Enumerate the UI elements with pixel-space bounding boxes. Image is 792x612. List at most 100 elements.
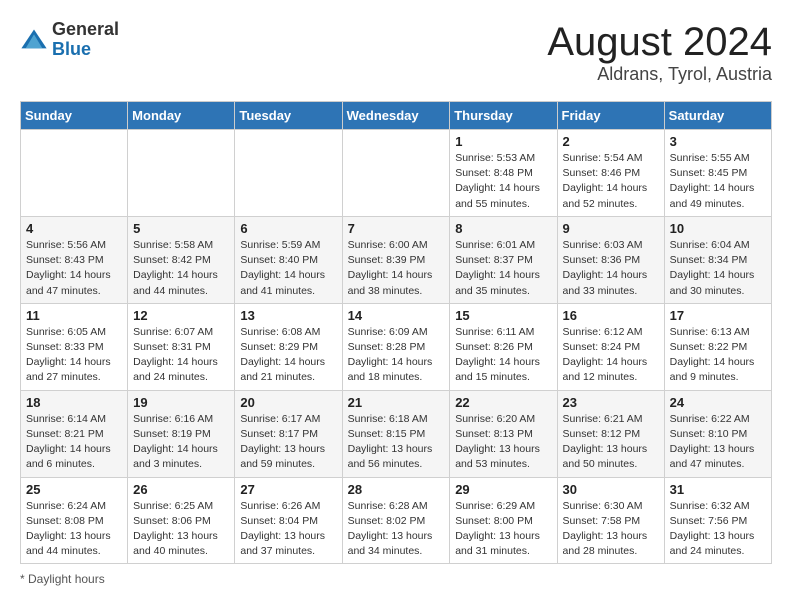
header-day-friday: Friday [557, 102, 664, 130]
header-day-monday: Monday [128, 102, 235, 130]
day-number: 21 [348, 395, 445, 410]
day-info: Sunrise: 6:24 AM Sunset: 8:08 PM Dayligh… [26, 499, 122, 560]
day-info: Sunrise: 6:21 AM Sunset: 8:12 PM Dayligh… [563, 412, 659, 473]
day-number: 10 [670, 221, 766, 236]
calendar-cell: 31Sunrise: 6:32 AM Sunset: 7:56 PM Dayli… [664, 477, 771, 564]
cell-content: 11Sunrise: 6:05 AM Sunset: 8:33 PM Dayli… [26, 308, 122, 386]
day-number: 8 [455, 221, 551, 236]
day-number: 29 [455, 482, 551, 497]
calendar-cell [342, 130, 450, 217]
calendar-cell: 8Sunrise: 6:01 AM Sunset: 8:37 PM Daylig… [450, 216, 557, 303]
calendar-cell: 18Sunrise: 6:14 AM Sunset: 8:21 PM Dayli… [21, 390, 128, 477]
day-info: Sunrise: 6:20 AM Sunset: 8:13 PM Dayligh… [455, 412, 551, 473]
day-info: Sunrise: 5:53 AM Sunset: 8:48 PM Dayligh… [455, 151, 551, 212]
day-number: 23 [563, 395, 659, 410]
calendar-cell: 24Sunrise: 6:22 AM Sunset: 8:10 PM Dayli… [664, 390, 771, 477]
calendar-cell: 13 Sunrise: 6:08 AM Sunset: 8:29 PM Dayli… [235, 303, 342, 390]
calendar-week-row: 18Sunrise: 6:14 AM Sunset: 8:21 PM Dayli… [21, 390, 772, 477]
calendar-cell [235, 130, 342, 217]
calendar-cell: 23 Sunrise: 6:21 AM Sunset: 8:12 PM Dayli… [557, 390, 664, 477]
calendar-cell: 27Sunrise: 6:26 AM Sunset: 8:04 PM Dayli… [235, 477, 342, 564]
cell-content: 20Sunrise: 6:17 AM Sunset: 8:17 PM Dayli… [240, 395, 336, 473]
day-number: 13 [240, 308, 336, 323]
calendar-cell: 30Sunrise: 6:30 AM Sunset: 7:58 PM Dayli… [557, 477, 664, 564]
cell-content: 10Sunrise: 6:04 AM Sunset: 8:34 PM Dayli… [670, 221, 766, 299]
calendar-cell: 14 Sunrise: 6:09 AM Sunset: 8:28 PM Dayli… [342, 303, 450, 390]
calendar-cell: 9 Sunrise: 6:03 AM Sunset: 8:36 PM Daylig… [557, 216, 664, 303]
day-info: Sunrise: 5:56 AM Sunset: 8:43 PM Dayligh… [26, 238, 122, 299]
cell-content: 19Sunrise: 6:16 AM Sunset: 8:19 PM Dayli… [133, 395, 229, 473]
calendar-cell: 7Sunrise: 6:00 AM Sunset: 8:39 PM Daylig… [342, 216, 450, 303]
day-number: 24 [670, 395, 766, 410]
cell-content: 18Sunrise: 6:14 AM Sunset: 8:21 PM Dayli… [26, 395, 122, 473]
calendar-cell: 11Sunrise: 6:05 AM Sunset: 8:33 PM Dayli… [21, 303, 128, 390]
calendar-cell: 4 Sunrise: 5:56 AM Sunset: 8:43 PM Daylig… [21, 216, 128, 303]
calendar-week-row: 1 Sunrise: 5:53 AM Sunset: 8:48 PM Daylig… [21, 130, 772, 217]
cell-content: 22 Sunrise: 6:20 AM Sunset: 8:13 PM Dayli… [455, 395, 551, 473]
calendar-cell: 12Sunrise: 6:07 AM Sunset: 8:31 PM Dayli… [128, 303, 235, 390]
page-header: General Blue August 2024 Aldrans, Tyrol,… [20, 20, 772, 85]
cell-content: 31Sunrise: 6:32 AM Sunset: 7:56 PM Dayli… [670, 482, 766, 560]
calendar-cell: 21 Sunrise: 6:18 AM Sunset: 8:15 PM Dayli… [342, 390, 450, 477]
day-info: Sunrise: 6:13 AM Sunset: 8:22 PM Dayligh… [670, 325, 766, 386]
calendar-cell: 20Sunrise: 6:17 AM Sunset: 8:17 PM Dayli… [235, 390, 342, 477]
calendar-cell: 29 Sunrise: 6:29 AM Sunset: 8:00 PM Dayli… [450, 477, 557, 564]
day-number: 3 [670, 134, 766, 149]
daylight-label: Daylight hours [28, 572, 105, 586]
day-number: 4 [26, 221, 122, 236]
day-number: 7 [348, 221, 445, 236]
calendar-cell: 3Sunrise: 5:55 AM Sunset: 8:45 PM Daylig… [664, 130, 771, 217]
day-number: 6 [240, 221, 336, 236]
day-info: Sunrise: 6:28 AM Sunset: 8:02 PM Dayligh… [348, 499, 445, 560]
cell-content: 14 Sunrise: 6:09 AM Sunset: 8:28 PM Dayli… [348, 308, 445, 386]
day-info: Sunrise: 5:58 AM Sunset: 8:42 PM Dayligh… [133, 238, 229, 299]
cell-content: 3Sunrise: 5:55 AM Sunset: 8:45 PM Daylig… [670, 134, 766, 212]
day-info: Sunrise: 6:18 AM Sunset: 8:15 PM Dayligh… [348, 412, 445, 473]
day-number: 1 [455, 134, 551, 149]
cell-content: 6 Sunrise: 5:59 AM Sunset: 8:40 PM Daylig… [240, 221, 336, 299]
day-number: 16 [563, 308, 659, 323]
day-number: 22 [455, 395, 551, 410]
day-info: Sunrise: 5:59 AM Sunset: 8:40 PM Dayligh… [240, 238, 336, 299]
cell-content: 24Sunrise: 6:22 AM Sunset: 8:10 PM Dayli… [670, 395, 766, 473]
logo-general-text: General [52, 19, 119, 39]
cell-content: 5 Sunrise: 5:58 AM Sunset: 8:42 PM Daylig… [133, 221, 229, 299]
day-number: 30 [563, 482, 659, 497]
header-day-sunday: Sunday [21, 102, 128, 130]
day-number: 27 [240, 482, 336, 497]
cell-content: 21 Sunrise: 6:18 AM Sunset: 8:15 PM Dayli… [348, 395, 445, 473]
day-number: 14 [348, 308, 445, 323]
day-number: 2 [563, 134, 659, 149]
calendar-cell: 10Sunrise: 6:04 AM Sunset: 8:34 PM Dayli… [664, 216, 771, 303]
calendar-cell: 25 Sunrise: 6:24 AM Sunset: 8:08 PM Dayli… [21, 477, 128, 564]
day-number: 17 [670, 308, 766, 323]
day-number: 20 [240, 395, 336, 410]
calendar-cell: 22 Sunrise: 6:20 AM Sunset: 8:13 PM Dayli… [450, 390, 557, 477]
calendar-cell: 5 Sunrise: 5:58 AM Sunset: 8:42 PM Daylig… [128, 216, 235, 303]
day-info: Sunrise: 6:09 AM Sunset: 8:28 PM Dayligh… [348, 325, 445, 386]
day-info: Sunrise: 6:14 AM Sunset: 8:21 PM Dayligh… [26, 412, 122, 473]
day-number: 19 [133, 395, 229, 410]
day-number: 5 [133, 221, 229, 236]
cell-content: 15Sunrise: 6:11 AM Sunset: 8:26 PM Dayli… [455, 308, 551, 386]
day-number: 25 [26, 482, 122, 497]
day-info: Sunrise: 6:29 AM Sunset: 8:00 PM Dayligh… [455, 499, 551, 560]
day-number: 28 [348, 482, 445, 497]
logo: General Blue [20, 20, 119, 60]
day-info: Sunrise: 5:54 AM Sunset: 8:46 PM Dayligh… [563, 151, 659, 212]
cell-content: 25 Sunrise: 6:24 AM Sunset: 8:08 PM Dayli… [26, 482, 122, 560]
cell-content: 26Sunrise: 6:25 AM Sunset: 8:06 PM Dayli… [133, 482, 229, 560]
cell-content: 17 Sunrise: 6:13 AM Sunset: 8:22 PM Dayli… [670, 308, 766, 386]
calendar-cell: 26Sunrise: 6:25 AM Sunset: 8:06 PM Dayli… [128, 477, 235, 564]
day-number: 9 [563, 221, 659, 236]
cell-content: 2 Sunrise: 5:54 AM Sunset: 8:46 PM Daylig… [563, 134, 659, 212]
day-info: Sunrise: 6:05 AM Sunset: 8:33 PM Dayligh… [26, 325, 122, 386]
day-number: 26 [133, 482, 229, 497]
day-info: Sunrise: 6:03 AM Sunset: 8:36 PM Dayligh… [563, 238, 659, 299]
calendar-cell: 19Sunrise: 6:16 AM Sunset: 8:19 PM Dayli… [128, 390, 235, 477]
calendar-cell [128, 130, 235, 217]
cell-content: 9 Sunrise: 6:03 AM Sunset: 8:36 PM Daylig… [563, 221, 659, 299]
calendar-cell: 2 Sunrise: 5:54 AM Sunset: 8:46 PM Daylig… [557, 130, 664, 217]
day-info: Sunrise: 6:08 AM Sunset: 8:29 PM Dayligh… [240, 325, 336, 386]
day-info: Sunrise: 6:11 AM Sunset: 8:26 PM Dayligh… [455, 325, 551, 386]
